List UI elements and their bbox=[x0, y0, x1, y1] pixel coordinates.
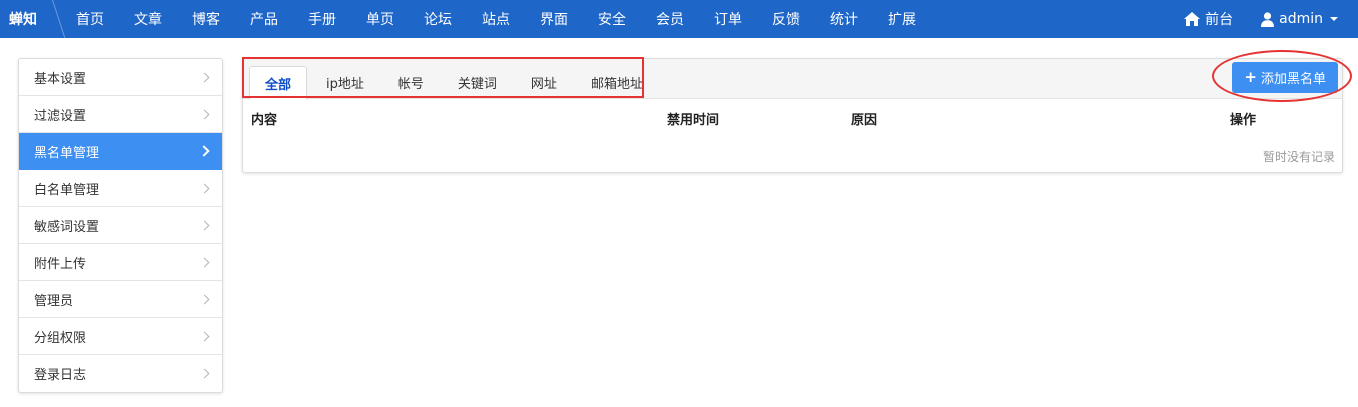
sidebar-item-label: 登录日志 bbox=[34, 368, 87, 383]
tab-all[interactable]: 全部 bbox=[249, 66, 308, 100]
nav-item-manual[interactable]: 手册 bbox=[293, 0, 351, 38]
sidebar-item-label: 附件上传 bbox=[34, 256, 87, 272]
brand-logo[interactable]: 蝉知 bbox=[0, 0, 51, 38]
main-nav: 首页 文章 博客 产品 手册 单页 论坛 站点 界面 安全 会员 订单 反馈 统… bbox=[61, 0, 931, 38]
sidebar-item-administrators[interactable]: 管理员 bbox=[19, 281, 222, 318]
nav-item-articles[interactable]: 文章 bbox=[119, 0, 177, 38]
add-blacklist-label: 添加黑名单 bbox=[1260, 72, 1326, 87]
chevron-right-icon bbox=[199, 220, 210, 230]
nav-item-members[interactable]: 会员 bbox=[641, 0, 699, 38]
sidebar-item-label: 管理员 bbox=[34, 293, 74, 309]
frontend-label: 前台 bbox=[1205, 12, 1234, 28]
tab-url[interactable]: 网址 bbox=[516, 66, 572, 99]
top-navbar: 蝉知 首页 文章 博客 产品 手册 单页 论坛 站点 界面 安全 会员 订单 反… bbox=[0, 0, 1358, 38]
column-header-content: 内容 bbox=[251, 113, 278, 128]
nav-item-site[interactable]: 站点 bbox=[467, 0, 525, 38]
sidebar-item-label: 敏感词设置 bbox=[34, 219, 100, 235]
sidebar-item-label: 白名单管理 bbox=[34, 182, 100, 198]
nav-item-stats[interactable]: 统计 bbox=[815, 0, 873, 38]
chevron-right-icon bbox=[199, 183, 210, 193]
plus-icon: + bbox=[1244, 68, 1257, 86]
user-label: admin bbox=[1279, 11, 1323, 27]
filter-tabs: 全部 ip地址 帐号 关键词 网址 邮箱地址 bbox=[243, 59, 662, 100]
tab-ip[interactable]: ip地址 bbox=[311, 66, 379, 99]
empty-state-text: 暂时没有记录 bbox=[1262, 150, 1335, 164]
panel-heading: 全部 ip地址 帐号 关键词 网址 邮箱地址 + 添加黑名单 bbox=[243, 59, 1342, 100]
nav-item-blog[interactable]: 博客 bbox=[177, 0, 235, 38]
nav-item-extensions[interactable]: 扩展 bbox=[873, 0, 931, 38]
add-blacklist-button[interactable]: + 添加黑名单 bbox=[1232, 62, 1338, 93]
settings-sidebar: 基本设置 过滤设置 黑名单管理 白名单管理 敏感词设置 附件上传 管理员 分组权… bbox=[18, 58, 223, 393]
sidebar-item-group-permissions[interactable]: 分组权限 bbox=[19, 318, 222, 355]
caret-down-icon bbox=[1330, 17, 1338, 21]
sidebar-item-label: 过滤设置 bbox=[34, 108, 87, 124]
sidebar-item-attachment-upload[interactable]: 附件上传 bbox=[19, 244, 222, 281]
column-header-actions: 操作 bbox=[1230, 113, 1257, 128]
nav-item-products[interactable]: 产品 bbox=[235, 0, 293, 38]
sidebar-item-login-log[interactable]: 登录日志 bbox=[19, 355, 222, 392]
nav-right: 前台 admin bbox=[1176, 0, 1358, 38]
nav-item-ui[interactable]: 界面 bbox=[525, 0, 583, 38]
sidebar-item-filter-settings[interactable]: 过滤设置 bbox=[19, 96, 222, 133]
sidebar-item-label: 分组权限 bbox=[34, 330, 87, 346]
sidebar-item-basic-settings[interactable]: 基本设置 bbox=[19, 59, 222, 96]
nav-item-feedback[interactable]: 反馈 bbox=[757, 0, 815, 38]
column-header-reason: 原因 bbox=[851, 113, 878, 128]
chevron-right-icon bbox=[198, 145, 210, 157]
nav-item-security[interactable]: 安全 bbox=[583, 0, 641, 38]
frontend-link[interactable]: 前台 bbox=[1176, 9, 1253, 29]
chevron-right-icon bbox=[199, 368, 210, 379]
sidebar-item-label: 基本设置 bbox=[34, 71, 87, 87]
nav-item-pages[interactable]: 单页 bbox=[351, 0, 409, 38]
nav-item-forum[interactable]: 论坛 bbox=[409, 0, 467, 38]
tab-email[interactable]: 邮箱地址 bbox=[576, 66, 658, 99]
sidebar-item-blacklist[interactable]: 黑名单管理 bbox=[19, 133, 222, 170]
chevron-right-icon bbox=[199, 72, 210, 82]
tab-keyword[interactable]: 关键词 bbox=[443, 66, 512, 99]
chevron-right-icon bbox=[199, 257, 210, 267]
chevron-right-icon bbox=[199, 331, 210, 341]
user-menu[interactable]: admin bbox=[1253, 11, 1358, 27]
sidebar-item-sensitive-words[interactable]: 敏感词设置 bbox=[19, 207, 222, 244]
sidebar-item-whitelist[interactable]: 白名单管理 bbox=[19, 170, 222, 207]
column-header-ban-time: 禁用时间 bbox=[667, 113, 720, 128]
chevron-right-icon bbox=[199, 294, 210, 304]
chevron-right-icon bbox=[199, 109, 210, 119]
user-icon bbox=[1261, 11, 1275, 27]
nav-item-home[interactable]: 首页 bbox=[61, 0, 119, 38]
sidebar-item-label: 黑名单管理 bbox=[34, 145, 100, 161]
nav-item-orders[interactable]: 订单 bbox=[699, 0, 757, 38]
home-icon bbox=[1184, 12, 1201, 26]
blacklist-panel: 全部 ip地址 帐号 关键词 网址 邮箱地址 + 添加黑名单 内容 禁用时间 原… bbox=[242, 58, 1343, 173]
tab-account[interactable]: 帐号 bbox=[383, 66, 439, 99]
table-header: 内容 禁用时间 原因 操作 bbox=[243, 99, 1342, 136]
